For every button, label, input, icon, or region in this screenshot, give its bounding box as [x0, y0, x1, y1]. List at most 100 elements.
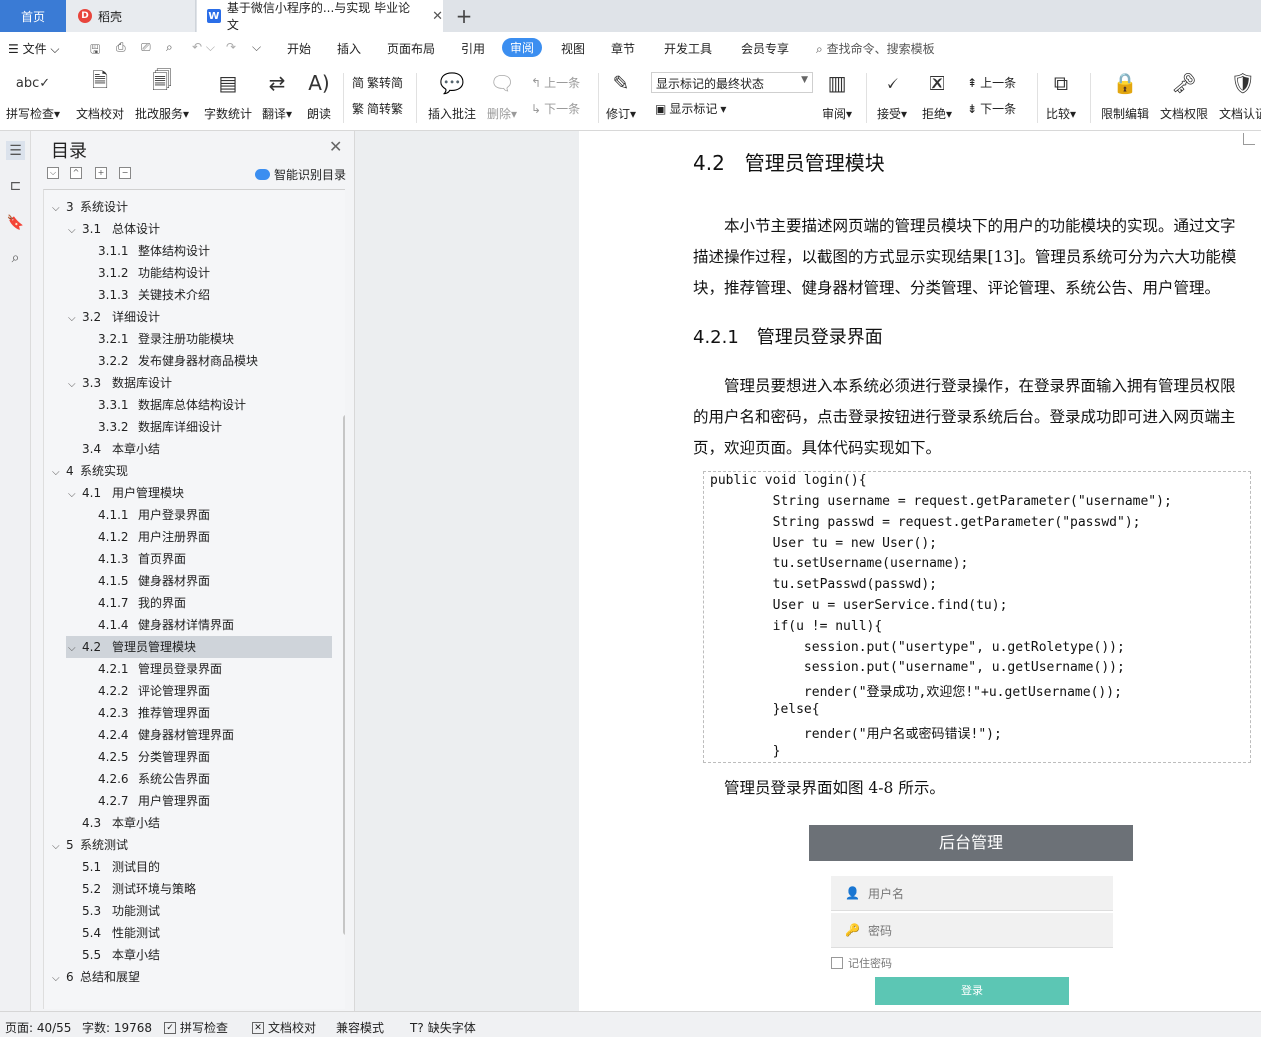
toc-item[interactable]: 4.1.3 首页界面 — [98, 548, 186, 570]
toc-item[interactable]: 4.1.2 用户注册界面 — [98, 526, 210, 548]
chevron-down-icon[interactable]: ⌵ — [68, 374, 82, 396]
toc-item[interactable]: 5.3 功能测试 — [82, 900, 160, 922]
tab-home[interactable]: 首页 — [0, 0, 66, 32]
tab-document[interactable]: W 基于微信小程序的...与实现 毕业论文 ✕ — [197, 0, 443, 32]
toc-item[interactable]: 4.2.7 用户管理界面 — [98, 790, 210, 812]
save-icon[interactable]: 🖫 — [90, 40, 100, 61]
export-icon[interactable]: ⎙ — [116, 40, 126, 55]
toc-item[interactable]: 3.2.1 登录注册功能模块 — [98, 328, 234, 350]
markup-state-select[interactable]: 显示标记的最终状态 ▼ — [651, 72, 813, 93]
toc-item[interactable]: 4.2.6 系统公告界面 — [98, 768, 210, 790]
accept-button[interactable]: 🗸 接受▾ — [877, 69, 907, 122]
insert-comment-button[interactable]: 💬 插入批注 — [428, 69, 476, 122]
correction-service-button[interactable]: 🗐 批改服务▾ — [135, 68, 189, 122]
undo-icon[interactable]: ↶ ⌵ — [192, 40, 215, 55]
chevron-down-icon[interactable]: ⌵ — [68, 638, 82, 660]
toc-item[interactable]: 5.1 测试目的 — [82, 856, 160, 878]
prev-change-button[interactable]: ⇞ 上一条 — [967, 74, 1016, 91]
simp-to-trad-button[interactable]: 繁简转繁 — [352, 100, 403, 117]
toc-item[interactable]: 5.5 本章小结 — [82, 944, 160, 966]
chevron-down-icon[interactable]: ⌵ — [52, 198, 66, 220]
toc-item[interactable]: 3.2.2 发布健身器材商品模块 — [98, 350, 258, 372]
toc-item[interactable]: 4.1.4 健身器材详情界面 — [98, 614, 234, 636]
new-tab-button[interactable]: + — [452, 0, 476, 32]
toc-item[interactable]: 3.4 本章小结 — [82, 438, 160, 460]
toc-item[interactable]: 5.2 测试环境与策略 — [82, 878, 196, 900]
chevron-down-icon[interactable]: ⌵ — [52, 836, 66, 858]
toc-item[interactable]: 3.1.2 功能结构设计 — [98, 262, 210, 284]
show-markup-button[interactable]: ▣ 显示标记 ▾ — [655, 100, 726, 117]
chevron-down-icon[interactable]: ⌵ — [52, 462, 66, 484]
compare-button[interactable]: ⧉ 比较▾ — [1046, 69, 1076, 122]
review-pane-button[interactable]: ▥ 审阅▾ — [822, 69, 852, 122]
doc-rights-button[interactable]: 🗝 文档权限 — [1160, 69, 1208, 122]
translate-button[interactable]: ⇄ 翻译▾ — [262, 69, 292, 122]
toc-panel-icon[interactable]: ☰ — [6, 141, 25, 160]
print-icon[interactable]: ⎚ — [141, 40, 151, 55]
toc-item[interactable]: 4.3 本章小结 — [82, 812, 160, 834]
track-changes-button[interactable]: ✎ 修订▾ — [606, 69, 636, 122]
bookmark-icon[interactable]: 🔖 — [6, 213, 25, 232]
add-heading-icon[interactable]: + — [95, 167, 107, 179]
missing-font[interactable]: T? 缺失字体 — [410, 1019, 476, 1036]
chevron-down-icon[interactable]: ⌵ — [68, 308, 82, 330]
menu-view[interactable]: 视图 — [561, 40, 585, 57]
chevron-down-icon[interactable]: ⌵ — [68, 484, 82, 506]
next-comment-button[interactable]: ↳ 下一条 — [531, 100, 580, 117]
menu-start[interactable]: 开始 — [287, 40, 311, 57]
toc-item[interactable]: 4.2.1 管理员登录界面 — [98, 658, 222, 680]
command-search[interactable]: ⌕ 查找命令、搜索模板 — [816, 40, 935, 57]
close-tab-icon[interactable]: ✕ — [432, 9, 443, 24]
remove-heading-icon[interactable]: − — [119, 167, 131, 179]
redo-icon[interactable]: ↷ — [226, 40, 236, 54]
menu-dev-tools[interactable]: 开发工具 — [664, 40, 712, 57]
toc-scrollbar[interactable] — [343, 415, 345, 935]
status-doc-proof[interactable]: ✕ 文档校对 — [252, 1019, 316, 1036]
word-count-button[interactable]: ▤ 字数统计 — [204, 69, 252, 122]
toc-item[interactable]: 4.2.4 健身器材管理界面 — [98, 724, 234, 746]
toc-item[interactable]: 4.2.3 推荐管理界面 — [98, 702, 210, 724]
chevron-down-icon[interactable]: ⌵ — [52, 968, 66, 990]
collapse-all-icon[interactable]: ^ — [70, 167, 82, 179]
search-icon[interactable]: ⌕ — [6, 248, 25, 267]
spell-check-button[interactable]: abc✓ 拼写检查▾ — [6, 69, 60, 122]
file-menu[interactable]: ☰ 文件 ⌵ — [8, 40, 60, 57]
status-spell-check[interactable]: ✓ 拼写检查 — [164, 1019, 228, 1036]
tab-daoke[interactable]: D 稻壳 — [66, 0, 196, 32]
menu-member[interactable]: 会员专享 — [741, 40, 789, 57]
toc-item[interactable]: ⌵ 3.1 总体设计 — [68, 218, 160, 240]
read-aloud-button[interactable]: A) 朗读 — [306, 69, 332, 122]
menu-layout[interactable]: 页面布局 — [387, 40, 435, 57]
page-count[interactable]: 页面: 40/55 — [5, 1019, 71, 1036]
toc-item[interactable]: 4.1.1 用户登录界面 — [98, 504, 210, 526]
expand-all-icon[interactable]: ⌵ — [47, 167, 59, 179]
toc-item[interactable]: 3.1.1 整体结构设计 — [98, 240, 210, 262]
toc-item[interactable]: 5.4 性能测试 — [82, 922, 160, 944]
chevron-down-icon[interactable]: ⌵ — [68, 220, 82, 242]
toc-item[interactable]: 3.3.1 数据库总体结构设计 — [98, 394, 246, 416]
navigation-pane-icon[interactable]: ⊏ — [6, 176, 25, 195]
delete-comment-button[interactable]: 🗨 删除▾ — [487, 69, 517, 122]
trad-to-simp-button[interactable]: 简繁转简 — [352, 74, 403, 91]
reject-button[interactable]: 🗷 拒绝▾ — [922, 69, 952, 122]
smart-toc-button[interactable]: 智能识别目录 — [255, 166, 346, 183]
print-preview-icon[interactable]: ⌕ — [166, 40, 173, 55]
close-icon[interactable]: ✕ — [329, 137, 342, 156]
word-count[interactable]: 字数: 19768 — [82, 1019, 152, 1036]
doc-auth-button[interactable]: 🛡 文档认证 — [1219, 69, 1261, 122]
menu-reference[interactable]: 引用 — [461, 40, 485, 57]
toc-item[interactable]: ⌵ 4 系统实现 — [52, 460, 128, 482]
toc-item[interactable]: 4.1.5 健身器材界面 — [98, 570, 210, 592]
toc-item[interactable]: ⌵ 5 系统测试 — [52, 834, 128, 856]
toc-item[interactable]: ⌵ 4.1 用户管理模块 — [68, 482, 184, 504]
menu-chapter[interactable]: 章节 — [611, 40, 635, 57]
compat-mode[interactable]: 兼容模式 — [336, 1019, 384, 1036]
toc-item[interactable]: ⌵ 3.2 详细设计 — [68, 306, 160, 328]
restrict-editing-button[interactable]: 🔒 限制编辑 — [1101, 69, 1149, 122]
toc-item[interactable]: ⌵ 4.2 管理员管理模块 — [68, 636, 196, 658]
toc-item[interactable]: 3.3.2 数据库详细设计 — [98, 416, 222, 438]
toc-item[interactable]: 4.2.5 分类管理界面 — [98, 746, 210, 768]
document-page[interactable]: 4.2 管理员管理模块 本小节主要描述网页端的管理员模块下的用户的功能模块的实现… — [579, 131, 1261, 1011]
menu-review[interactable]: 审阅 — [502, 38, 543, 57]
toc-item[interactable]: 3.1.3 关键技术介绍 — [98, 284, 210, 306]
